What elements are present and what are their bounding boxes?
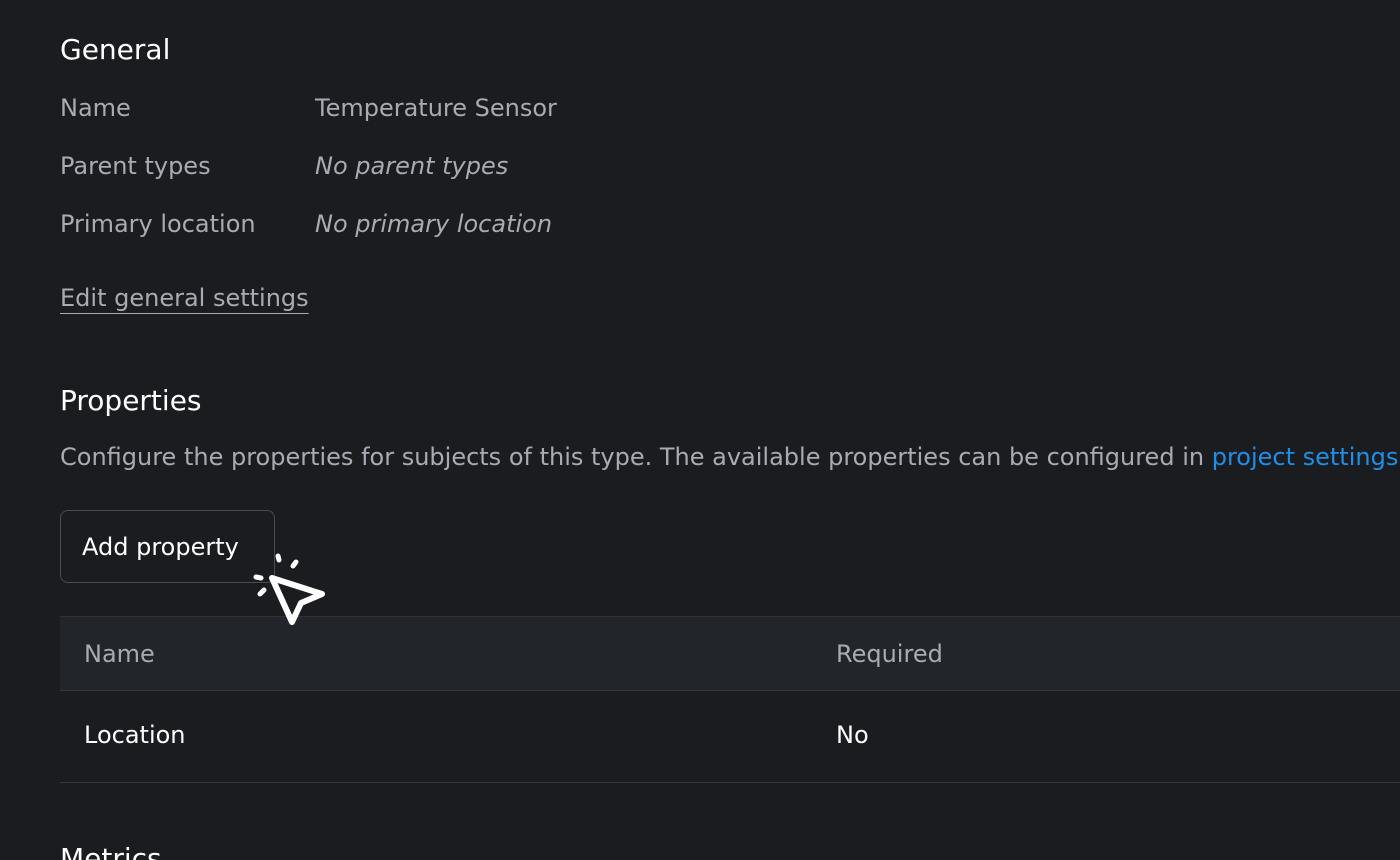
properties-table: Name Required Location No [60,616,1400,783]
field-label: Name [60,94,131,122]
field-value: No parent types [315,152,509,180]
edit-general-settings-link[interactable]: Edit general settings [60,284,309,312]
page: General Name Temperature Sensor Parent t… [0,0,1400,860]
table-row[interactable]: Location No [60,691,1400,783]
cell-name: Location [84,721,186,749]
properties-description-text: Configure the properties for subjects of… [60,443,1212,471]
general-field-parent-types: Parent types No parent types [60,152,508,180]
general-field-name: Name Temperature Sensor [60,94,557,122]
properties-description: Configure the properties for subjects of… [60,443,1398,471]
general-field-primary-location: Primary location No primary location [60,210,552,238]
field-value: No primary location [315,210,553,238]
column-header-required[interactable]: Required [836,640,943,668]
field-value: Temperature Sensor [315,94,557,122]
field-label: Primary location [60,210,256,238]
metrics-section-title: Metrics [60,842,162,860]
project-settings-link[interactable]: project settings [1212,443,1399,471]
add-property-button[interactable]: Add property [60,510,275,583]
general-section-title: General [60,33,171,66]
field-label: Parent types [60,152,211,180]
column-header-name[interactable]: Name [84,640,155,668]
cell-required: No [836,721,869,749]
properties-section-title: Properties [60,384,202,417]
table-header: Name Required [60,616,1400,691]
